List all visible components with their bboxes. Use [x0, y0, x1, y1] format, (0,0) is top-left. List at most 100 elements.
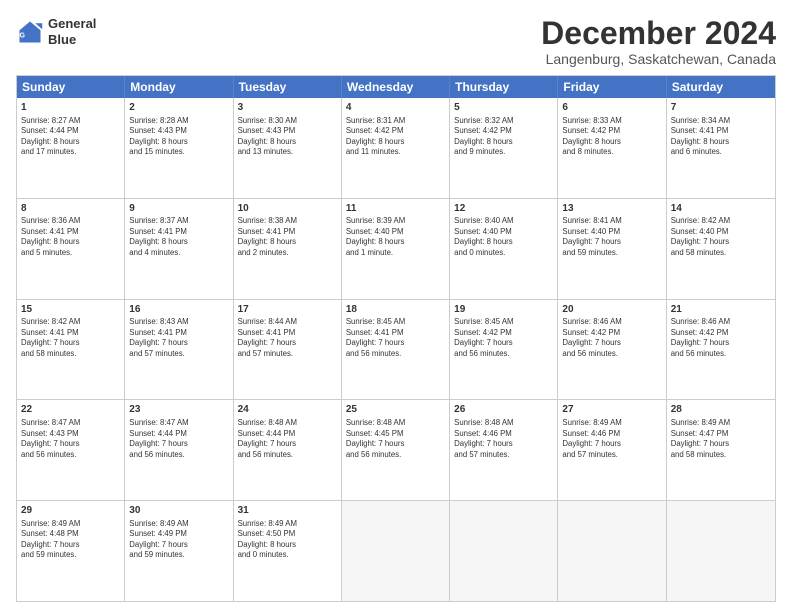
- day-info-line: Daylight: 7 hours: [454, 439, 553, 450]
- day-info-line: Sunrise: 8:48 AM: [346, 418, 445, 429]
- day-info-line: and 56 minutes.: [346, 349, 445, 360]
- cal-cell: 31Sunrise: 8:49 AMSunset: 4:50 PMDayligh…: [234, 501, 342, 601]
- logo-line2: Blue: [48, 32, 96, 48]
- day-info-line: Sunrise: 8:38 AM: [238, 216, 337, 227]
- day-info-line: Sunset: 4:42 PM: [671, 328, 771, 339]
- day-info-line: Daylight: 7 hours: [671, 237, 771, 248]
- day-info-line: Daylight: 8 hours: [238, 137, 337, 148]
- day-info-line: Sunrise: 8:31 AM: [346, 116, 445, 127]
- day-info-line: and 0 minutes.: [454, 248, 553, 259]
- day-info-line: Sunset: 4:42 PM: [562, 126, 661, 137]
- cal-header-cell-wednesday: Wednesday: [342, 76, 450, 98]
- cal-cell: 10Sunrise: 8:38 AMSunset: 4:41 PMDayligh…: [234, 199, 342, 299]
- day-number: 5: [454, 101, 553, 115]
- cal-cell: 2Sunrise: 8:28 AMSunset: 4:43 PMDaylight…: [125, 98, 233, 198]
- day-info-line: Sunset: 4:49 PM: [129, 529, 228, 540]
- day-info-line: and 9 minutes.: [454, 147, 553, 158]
- cal-cell: 3Sunrise: 8:30 AMSunset: 4:43 PMDaylight…: [234, 98, 342, 198]
- day-info-line: and 11 minutes.: [346, 147, 445, 158]
- day-info-line: Sunset: 4:44 PM: [21, 126, 120, 137]
- day-info-line: and 58 minutes.: [671, 450, 771, 461]
- day-info-line: and 59 minutes.: [129, 550, 228, 561]
- day-info-line: Sunrise: 8:49 AM: [238, 519, 337, 530]
- day-info-line: Daylight: 7 hours: [671, 338, 771, 349]
- day-info-line: Sunset: 4:43 PM: [129, 126, 228, 137]
- cal-cell: 1Sunrise: 8:27 AMSunset: 4:44 PMDaylight…: [17, 98, 125, 198]
- day-info-line: Daylight: 7 hours: [21, 540, 120, 551]
- day-number: 16: [129, 303, 228, 317]
- main-title: December 2024: [541, 16, 776, 51]
- cal-cell: 30Sunrise: 8:49 AMSunset: 4:49 PMDayligh…: [125, 501, 233, 601]
- day-info-line: Sunset: 4:47 PM: [671, 429, 771, 440]
- day-info-line: Sunset: 4:46 PM: [454, 429, 553, 440]
- day-info-line: Daylight: 7 hours: [671, 439, 771, 450]
- cal-cell: [342, 501, 450, 601]
- cal-cell: [558, 501, 666, 601]
- day-info-line: Daylight: 8 hours: [238, 540, 337, 551]
- day-info-line: and 56 minutes.: [562, 349, 661, 360]
- cal-header-cell-tuesday: Tuesday: [234, 76, 342, 98]
- day-info-line: Sunrise: 8:45 AM: [454, 317, 553, 328]
- day-info-line: Sunrise: 8:44 AM: [238, 317, 337, 328]
- day-info-line: Sunset: 4:44 PM: [238, 429, 337, 440]
- day-info-line: Sunrise: 8:39 AM: [346, 216, 445, 227]
- day-number: 22: [21, 403, 120, 417]
- cal-row-2: 15Sunrise: 8:42 AMSunset: 4:41 PMDayligh…: [17, 300, 775, 401]
- cal-cell: 11Sunrise: 8:39 AMSunset: 4:40 PMDayligh…: [342, 199, 450, 299]
- calendar-body: 1Sunrise: 8:27 AMSunset: 4:44 PMDaylight…: [17, 98, 775, 601]
- cal-row-0: 1Sunrise: 8:27 AMSunset: 4:44 PMDaylight…: [17, 98, 775, 199]
- day-info-line: Sunset: 4:41 PM: [238, 227, 337, 238]
- day-info-line: Sunrise: 8:36 AM: [21, 216, 120, 227]
- cal-cell: 21Sunrise: 8:46 AMSunset: 4:42 PMDayligh…: [667, 300, 775, 400]
- day-number: 15: [21, 303, 120, 317]
- day-info-line: Sunset: 4:48 PM: [21, 529, 120, 540]
- logo-line1: General: [48, 16, 96, 32]
- title-block: December 2024 Langenburg, Saskatchewan, …: [541, 16, 776, 67]
- day-number: 7: [671, 101, 771, 115]
- cal-cell: 26Sunrise: 8:48 AMSunset: 4:46 PMDayligh…: [450, 400, 558, 500]
- cal-cell: 23Sunrise: 8:47 AMSunset: 4:44 PMDayligh…: [125, 400, 233, 500]
- cal-cell: 5Sunrise: 8:32 AMSunset: 4:42 PMDaylight…: [450, 98, 558, 198]
- day-info-line: Sunset: 4:40 PM: [671, 227, 771, 238]
- day-number: 30: [129, 504, 228, 518]
- day-number: 26: [454, 403, 553, 417]
- day-info-line: Daylight: 7 hours: [129, 540, 228, 551]
- day-number: 4: [346, 101, 445, 115]
- day-info-line: Sunset: 4:41 PM: [21, 328, 120, 339]
- day-info-line: Sunrise: 8:32 AM: [454, 116, 553, 127]
- day-info-line: Sunset: 4:41 PM: [129, 227, 228, 238]
- day-info-line: Daylight: 8 hours: [238, 237, 337, 248]
- day-info-line: and 57 minutes.: [238, 349, 337, 360]
- day-info-line: Sunrise: 8:49 AM: [21, 519, 120, 530]
- day-number: 24: [238, 403, 337, 417]
- day-info-line: and 57 minutes.: [454, 450, 553, 461]
- cal-row-3: 22Sunrise: 8:47 AMSunset: 4:43 PMDayligh…: [17, 400, 775, 501]
- day-info-line: Sunrise: 8:37 AM: [129, 216, 228, 227]
- cal-cell: 22Sunrise: 8:47 AMSunset: 4:43 PMDayligh…: [17, 400, 125, 500]
- day-info-line: Sunset: 4:41 PM: [671, 126, 771, 137]
- day-info-line: Sunset: 4:41 PM: [238, 328, 337, 339]
- day-info-line: and 15 minutes.: [129, 147, 228, 158]
- cal-cell: 12Sunrise: 8:40 AMSunset: 4:40 PMDayligh…: [450, 199, 558, 299]
- day-number: 10: [238, 202, 337, 216]
- day-info-line: and 1 minute.: [346, 248, 445, 259]
- day-info-line: Daylight: 7 hours: [21, 439, 120, 450]
- cal-row-4: 29Sunrise: 8:49 AMSunset: 4:48 PMDayligh…: [17, 501, 775, 601]
- day-info-line: Daylight: 7 hours: [454, 338, 553, 349]
- day-info-line: Sunrise: 8:49 AM: [671, 418, 771, 429]
- day-number: 9: [129, 202, 228, 216]
- cal-cell: 8Sunrise: 8:36 AMSunset: 4:41 PMDaylight…: [17, 199, 125, 299]
- day-info-line: Daylight: 8 hours: [562, 137, 661, 148]
- day-info-line: Daylight: 8 hours: [346, 237, 445, 248]
- day-info-line: Daylight: 7 hours: [562, 237, 661, 248]
- day-info-line: and 56 minutes.: [454, 349, 553, 360]
- day-info-line: Sunrise: 8:28 AM: [129, 116, 228, 127]
- day-info-line: Daylight: 7 hours: [129, 439, 228, 450]
- day-info-line: and 59 minutes.: [562, 248, 661, 259]
- day-info-line: Sunrise: 8:46 AM: [562, 317, 661, 328]
- day-number: 28: [671, 403, 771, 417]
- day-info-line: Daylight: 8 hours: [454, 237, 553, 248]
- day-info-line: Daylight: 7 hours: [129, 338, 228, 349]
- day-info-line: Sunrise: 8:33 AM: [562, 116, 661, 127]
- day-info-line: Sunrise: 8:42 AM: [21, 317, 120, 328]
